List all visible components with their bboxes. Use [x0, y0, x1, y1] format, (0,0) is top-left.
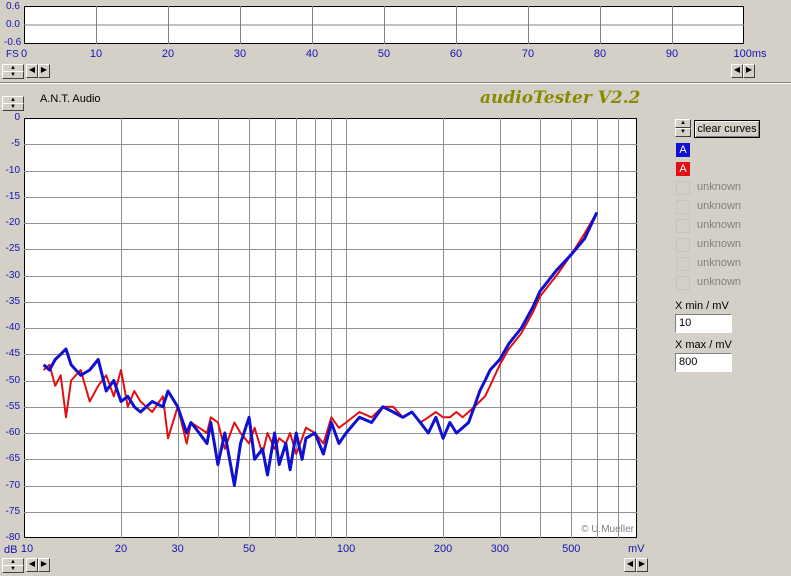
- clear-curves-button[interactable]: clear curves: [694, 120, 760, 138]
- curve-a-blue-toggle[interactable]: A: [676, 143, 690, 157]
- unknown-curve-label: unknown: [697, 200, 742, 212]
- bottom-spin-down-button[interactable]: ▼: [2, 565, 24, 573]
- main-y-tick: -60: [5, 427, 20, 438]
- main-spin-down-button[interactable]: ▼: [2, 103, 24, 111]
- main-y-tick: -80: [5, 532, 20, 543]
- main-x-tick: 200: [433, 543, 453, 555]
- unknown-curve-label: unknown: [697, 257, 742, 269]
- unknown-curve-checkbox[interactable]: [676, 238, 690, 252]
- main-y-tick: -50: [5, 374, 20, 386]
- main-x-tick: 50: [243, 543, 256, 555]
- main-y-tick: -65: [5, 453, 20, 465]
- top-x-tick: 0: [20, 48, 28, 60]
- main-x-tick: 500: [562, 543, 581, 555]
- main-x-tick: 20: [114, 543, 128, 555]
- main-y-unit: dB: [4, 544, 18, 556]
- main-y-tick: -20: [5, 217, 20, 228]
- main-chart-plot: [24, 118, 637, 538]
- main-x-tick: 10: [20, 543, 34, 555]
- top-x-tick: 10: [89, 48, 103, 60]
- unknown-curve-checkbox[interactable]: [676, 181, 690, 195]
- main-chart: © U.Mueller: [24, 118, 637, 538]
- main-y-tick: -55: [5, 400, 20, 412]
- top-x-tick: 50: [377, 48, 391, 60]
- main-y-tick: -40: [5, 322, 20, 333]
- top-scroll-left-button[interactable]: ◀: [26, 64, 38, 78]
- top-x-tick: 40: [305, 48, 319, 60]
- main-y-tick: -45: [5, 348, 20, 360]
- bottom-scroll-right-button[interactable]: ▶: [38, 558, 50, 572]
- main-x-tick: 30: [171, 543, 184, 555]
- unknown-curve-label: unknown: [697, 219, 742, 231]
- top-y-tick-1: 0.0: [6, 19, 20, 30]
- main-y-tick: -70: [5, 479, 20, 491]
- top-x-tick: 80: [593, 48, 607, 60]
- main-x-unit: mV: [628, 543, 645, 555]
- main-x-tick: 100: [336, 543, 356, 555]
- curves-spin-up-button[interactable]: ▲: [675, 119, 691, 128]
- curves-spin-down-button[interactable]: ▼: [675, 128, 691, 137]
- top-x-tick: 60: [449, 48, 463, 60]
- unknown-curve-label: unknown: [697, 276, 742, 288]
- unknown-curve-label: unknown: [697, 181, 742, 193]
- xmin-label: X min / mV: [675, 300, 729, 312]
- main-y-tick: -25: [5, 243, 20, 255]
- top-y-tick-0: 0.6: [6, 1, 20, 12]
- unknown-curve-checkbox[interactable]: [676, 219, 690, 233]
- main-y-tick: -30: [5, 269, 20, 281]
- xmax-label: X max / mV: [675, 339, 732, 351]
- main-x-tick: 300: [490, 543, 509, 555]
- separator: [0, 82, 791, 84]
- bottom-right-scroll-right-button[interactable]: ▶: [636, 558, 648, 572]
- unknown-curve-checkbox[interactable]: [676, 200, 690, 214]
- bottom-right-scroll-left-button[interactable]: ◀: [624, 558, 636, 572]
- top-y-tick-2: -0.6: [4, 37, 22, 48]
- main-y-tick: -10: [5, 164, 20, 176]
- top-x-tick: 100ms: [733, 48, 767, 60]
- bottom-scroll-left-button[interactable]: ◀: [26, 558, 38, 572]
- top-right-scroll-right-button[interactable]: ▶: [743, 64, 755, 78]
- main-y-tick: -75: [5, 505, 20, 517]
- top-x-tick: 30: [233, 48, 247, 60]
- top-x-tick: 90: [665, 48, 679, 60]
- main-y-tick: -35: [5, 295, 20, 307]
- top-y-unit: FS: [6, 49, 19, 60]
- top-x-tick: 70: [521, 48, 535, 60]
- main-y-tick: 0: [14, 112, 20, 123]
- unknown-curve-label: unknown: [697, 238, 742, 250]
- top-chart-plot: [24, 6, 744, 44]
- top-x-tick: 20: [161, 48, 175, 60]
- unknown-curve-checkbox[interactable]: [676, 276, 690, 290]
- unknown-curve-checkbox[interactable]: [676, 257, 690, 271]
- top-scroll-right-button[interactable]: ▶: [38, 64, 50, 78]
- top-chart: [24, 6, 744, 44]
- main-y-tick: -5: [11, 138, 20, 150]
- top-right-scroll-left-button[interactable]: ◀: [731, 64, 743, 78]
- company-label: A.N.T. Audio: [40, 93, 101, 105]
- copyright-label: © U.Mueller: [581, 524, 634, 535]
- xmax-input[interactable]: 800: [675, 353, 732, 372]
- xmin-input[interactable]: 10: [675, 314, 732, 333]
- curve-a-red-toggle[interactable]: A: [676, 162, 690, 176]
- brand-title: audioTester V2.2: [480, 88, 641, 108]
- main-y-tick: -15: [5, 190, 20, 202]
- top-spin-down-button[interactable]: ▼: [2, 71, 24, 79]
